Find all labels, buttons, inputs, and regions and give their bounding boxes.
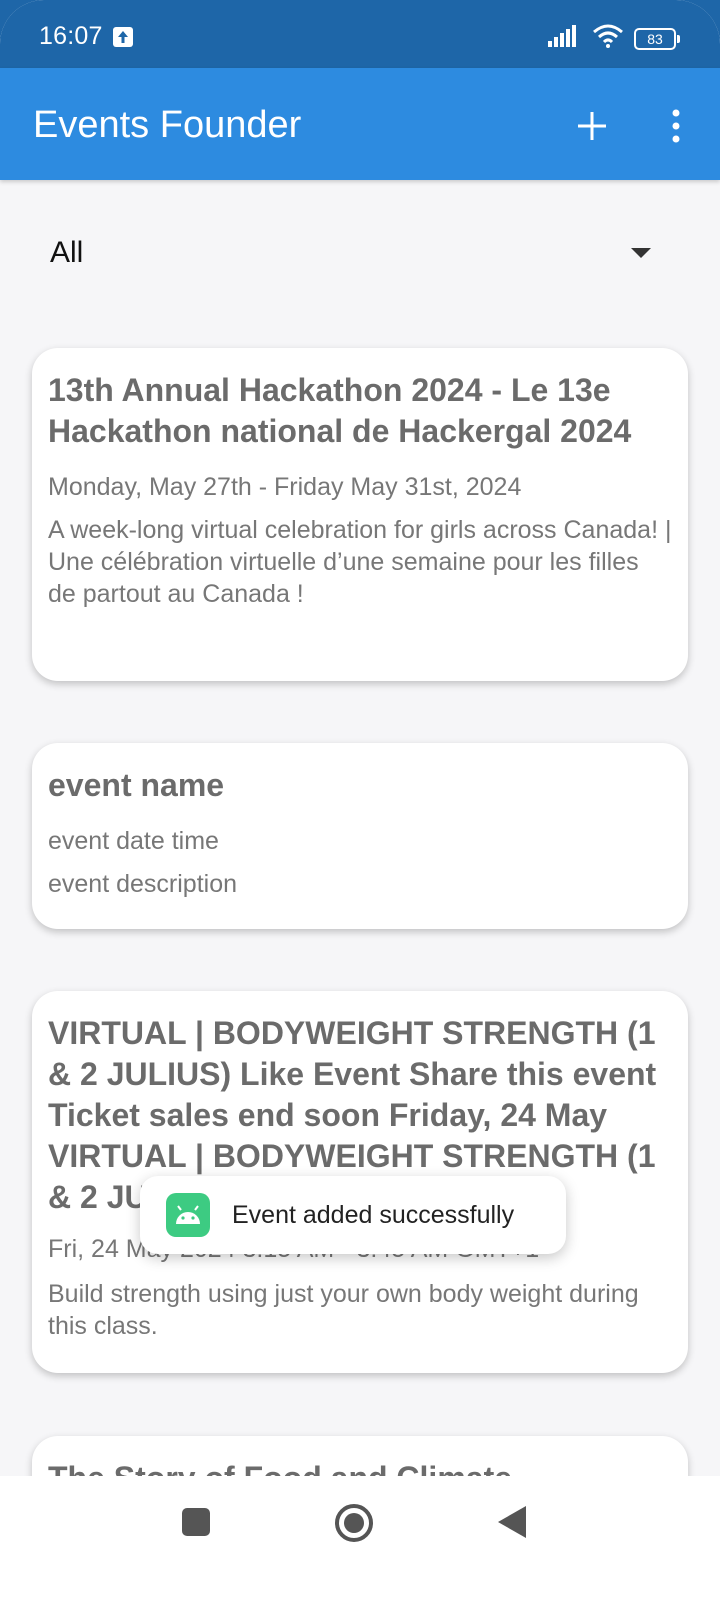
home-button[interactable] <box>333 1502 375 1544</box>
toast-message: Event added successfully <box>232 1200 515 1229</box>
event-date: event date time <box>48 827 219 855</box>
status-icons: 83 <box>548 24 680 53</box>
circle-home-icon <box>335 1504 373 1542</box>
back-button[interactable] <box>494 1504 530 1540</box>
navigation-bar <box>0 1476 720 1600</box>
add-event-button[interactable] <box>570 104 614 148</box>
recents-button[interactable] <box>178 1504 214 1540</box>
phone-screen: 16:07 83 Events Founder All 13th Annual … <box>0 0 720 1600</box>
app-title: Events Founder <box>33 104 302 146</box>
filter-selected-value: All <box>50 236 84 269</box>
android-icon <box>166 1193 210 1237</box>
event-card[interactable]: 13th Annual Hackathon 2024 - Le 13e Hack… <box>32 348 688 681</box>
event-description: A week-long virtual celebration for girl… <box>48 516 672 608</box>
status-time: 16:07 <box>39 22 103 50</box>
event-title: 13th Annual Hackathon 2024 - Le 13e Hack… <box>48 372 632 449</box>
upload-icon <box>113 27 133 47</box>
event-description: Build strength using just your own body … <box>48 1280 639 1340</box>
event-title: event name <box>48 767 225 803</box>
signal-icon <box>548 25 582 52</box>
event-card[interactable]: event name event date time event descrip… <box>32 743 688 929</box>
square-icon <box>182 1508 210 1536</box>
more-options-button[interactable] <box>654 104 698 148</box>
battery-level: 83 <box>647 30 663 47</box>
event-date: Monday, May 27th - Friday May 31st, 2024 <box>48 473 522 501</box>
more-vertical-icon <box>672 109 680 143</box>
app-bar: Events Founder <box>0 68 720 180</box>
toast-notification: Event added successfully <box>140 1176 566 1254</box>
back-triangle-icon <box>498 1506 526 1538</box>
battery-icon: 83 <box>634 27 680 50</box>
status-bar: 16:07 83 <box>0 0 720 68</box>
event-description: event description <box>48 870 238 898</box>
filter-dropdown[interactable]: All <box>32 222 662 282</box>
add-icon <box>578 112 606 140</box>
wifi-icon <box>592 24 624 53</box>
dropdown-arrow-icon <box>630 246 652 264</box>
